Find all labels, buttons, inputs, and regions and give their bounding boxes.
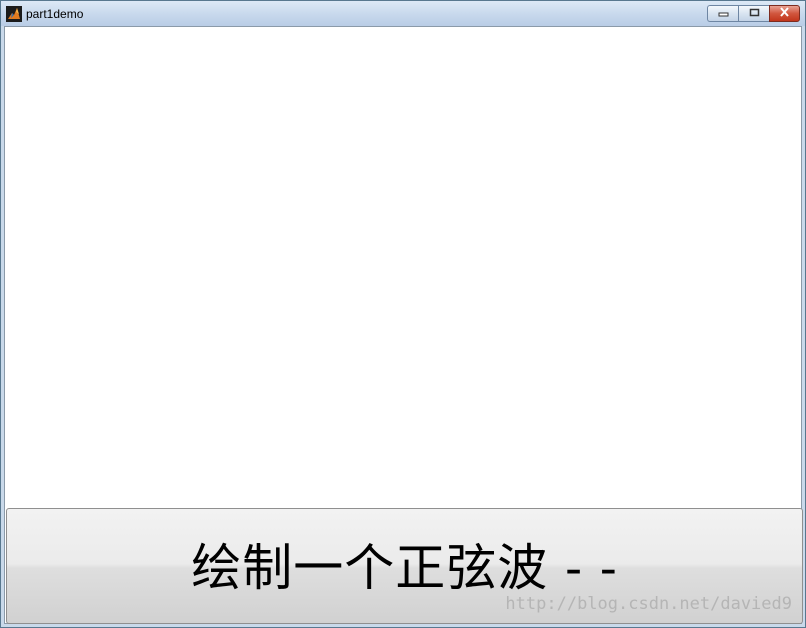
plot-sine-wave-label: 绘制一个正弦波 - - <box>191 539 618 597</box>
figure-canvas <box>5 27 801 507</box>
maximize-icon <box>749 8 760 20</box>
watermark-text: http://blog.csdn.net/davied9 <box>505 594 792 614</box>
window-title: part1demo <box>26 7 84 21</box>
maximize-button[interactable] <box>738 5 769 22</box>
figure-content: 绘制一个正弦波 - - http://blog.csdn.net/davied9 <box>4 26 803 624</box>
window-controls <box>707 5 800 22</box>
minimize-button[interactable] <box>707 5 738 22</box>
title-bar[interactable]: part1demo <box>1 1 805 26</box>
close-icon <box>779 7 790 20</box>
matlab-icon <box>6 6 22 22</box>
minimize-icon <box>718 8 729 20</box>
plot-sine-wave-button[interactable]: 绘制一个正弦波 - - http://blog.csdn.net/davied9 <box>6 508 803 624</box>
close-button[interactable] <box>769 5 800 22</box>
app-window: part1demo 绘制一个正弦波 - - http://blog.csdn.n… <box>0 0 806 628</box>
